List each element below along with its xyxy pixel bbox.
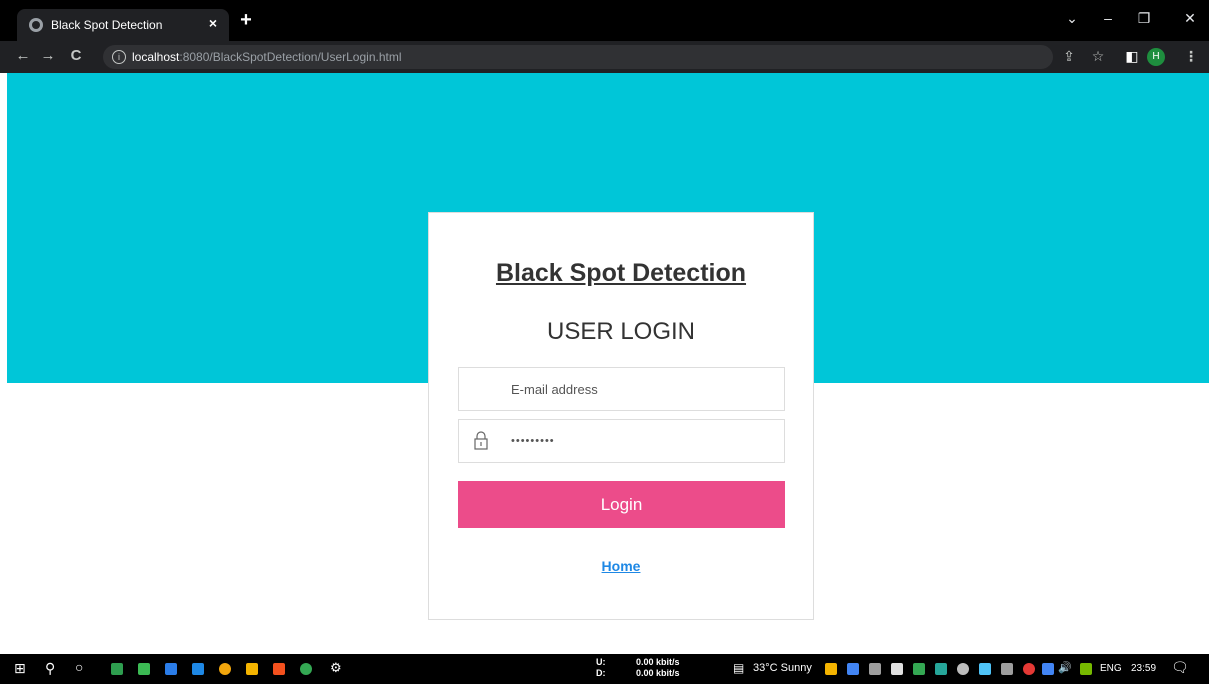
tray-icon-5[interactable]: [913, 663, 925, 675]
tray-icon-11[interactable]: [1042, 663, 1054, 675]
profile-avatar[interactable]: H: [1147, 48, 1165, 66]
forward-icon[interactable]: →: [39, 47, 57, 64]
tray-icon-8[interactable]: [979, 663, 991, 675]
tray-icon-9[interactable]: [1001, 663, 1013, 675]
tray-icon-6[interactable]: [935, 663, 947, 675]
app-icon-1[interactable]: [111, 663, 123, 675]
tray-icon-3[interactable]: [869, 663, 881, 675]
home-link[interactable]: Home: [429, 558, 813, 574]
notifications-icon[interactable]: 🗨: [1171, 659, 1189, 676]
chrome-icon[interactable]: [219, 663, 231, 675]
login-card: Black Spot Detection USER LOGIN Login Ho…: [428, 212, 814, 620]
windows-start-icon[interactable]: ⊞: [14, 660, 26, 677]
tray-icon-4[interactable]: [891, 663, 903, 675]
app-icon-3[interactable]: [165, 663, 177, 675]
settings-icon[interactable]: ⚙: [330, 660, 342, 676]
tray-icon-7[interactable]: [957, 663, 969, 675]
cortana-icon[interactable]: ○: [75, 659, 83, 675]
lock-icon: [474, 431, 488, 450]
tray-icon-10[interactable]: [1023, 663, 1035, 675]
taskbar: ⊞ ⚲ ○ ⚙ U: D: 0.00 kbit/s 0.00 kbit/s ▤ 33…: [0, 654, 1209, 684]
login-button[interactable]: Login: [458, 481, 785, 528]
email-field: [458, 367, 785, 411]
page-bottom-gap: [0, 637, 1209, 654]
mail-icon[interactable]: [192, 663, 204, 675]
bookmark-star-icon[interactable]: ☆: [1089, 48, 1107, 65]
address-url: localhost:8080/BlackSpotDetection/UserLo…: [132, 50, 402, 64]
info-icon[interactable]: i: [112, 50, 126, 64]
back-icon[interactable]: ←: [14, 47, 32, 64]
email-input[interactable]: [511, 368, 771, 410]
language-indicator[interactable]: ENG: [1100, 663, 1122, 674]
news-icon[interactable]: ▤: [733, 661, 744, 675]
chevron-down-icon[interactable]: ⌄: [1062, 10, 1082, 27]
password-input[interactable]: [511, 420, 771, 462]
weather-text[interactable]: 33°C Sunny: [753, 662, 812, 674]
app-title: Black Spot Detection: [495, 259, 747, 287]
search-icon[interactable]: ⚲: [45, 660, 55, 677]
password-field: [458, 419, 785, 463]
browser-tab-strip: Black Spot Detection × + ⌄ – ❐ ✕: [0, 0, 1209, 41]
tab-close-button[interactable]: ×: [209, 15, 217, 31]
side-panel-icon[interactable]: ◧: [1123, 48, 1141, 65]
menu-icon[interactable]: ⋮: [1182, 48, 1200, 65]
app-icon-4[interactable]: [273, 663, 285, 675]
globe-icon: [29, 18, 43, 32]
minimize-icon[interactable]: –: [1098, 10, 1118, 26]
share-icon[interactable]: ⇪: [1060, 48, 1078, 65]
reload-icon[interactable]: C: [67, 47, 85, 64]
net-labels: U: D:: [596, 657, 606, 678]
app-icon-2[interactable]: [138, 663, 150, 675]
nvidia-icon[interactable]: [1080, 663, 1092, 675]
login-heading: USER LOGIN: [546, 318, 696, 345]
address-bar[interactable]: i localhost:8080/BlackSpotDetection/User…: [103, 45, 1053, 69]
new-tab-button[interactable]: +: [236, 9, 256, 32]
net-speed: 0.00 kbit/s 0.00 kbit/s: [636, 657, 680, 678]
file-explorer-icon[interactable]: [246, 663, 258, 675]
restore-icon[interactable]: ❐: [1134, 10, 1154, 27]
chrome-active-icon[interactable]: [300, 663, 312, 675]
page-body: Black Spot Detection USER LOGIN Login Ho…: [0, 73, 1209, 637]
tray-icon-2[interactable]: [847, 663, 859, 675]
tab-title: Black Spot Detection: [51, 18, 163, 32]
browser-tab[interactable]: Black Spot Detection ×: [17, 9, 229, 41]
volume-icon[interactable]: 🔊: [1058, 661, 1072, 674]
browser-toolbar: ← → C i localhost:8080/BlackSpotDetectio…: [0, 41, 1209, 73]
clock[interactable]: 23:59: [1131, 663, 1156, 674]
close-icon[interactable]: ✕: [1180, 10, 1200, 27]
tray-icon-1[interactable]: [825, 663, 837, 675]
